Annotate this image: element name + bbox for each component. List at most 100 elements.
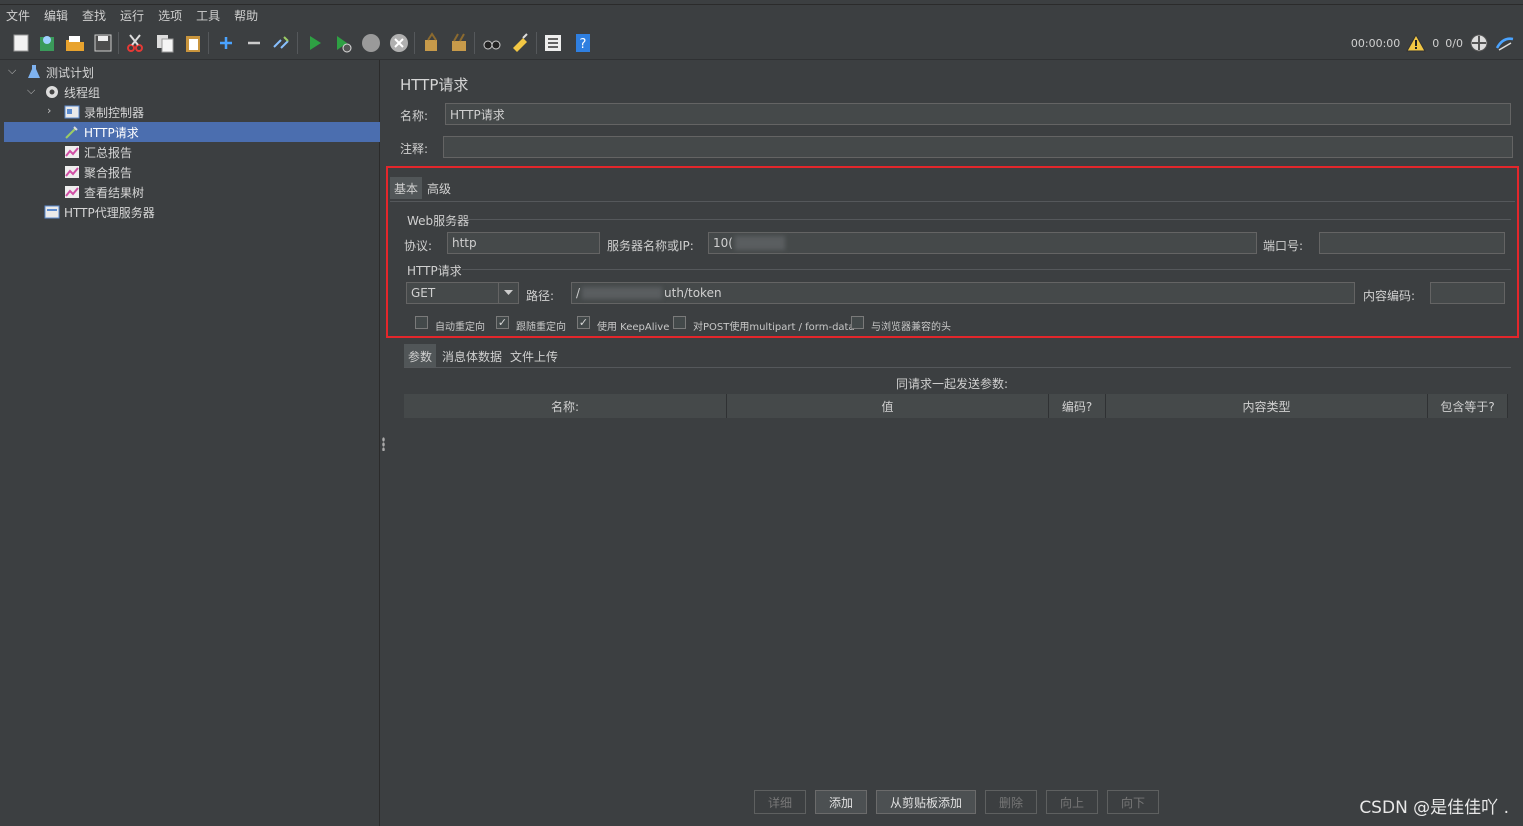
- menu-search[interactable]: 查找: [82, 7, 106, 24]
- menu-run[interactable]: 运行: [120, 7, 144, 24]
- tree-item-http-proxy-server[interactable]: HTTP代理服务器: [44, 202, 155, 222]
- toggle-icon[interactable]: [270, 32, 292, 54]
- test-plan-tree: ⌵ 测试计划 ⌵ 线程组 › 录制控制器 HTTP请求 汇总报告 聚合报告 查看…: [0, 60, 380, 826]
- toolbar-separator: [414, 32, 415, 54]
- tree-item-view-results-tree[interactable]: 查看结果树: [64, 182, 144, 202]
- server-input[interactable]: 10(: [708, 232, 1257, 254]
- tree-item-aggregate-report[interactable]: 聚合报告: [64, 162, 132, 182]
- start-icon[interactable]: [304, 32, 326, 54]
- chevron-right-icon[interactable]: ›: [47, 104, 51, 117]
- method-select[interactable]: GET: [406, 282, 519, 304]
- paste-icon[interactable]: [182, 32, 204, 54]
- path-input[interactable]: / uth/token: [571, 282, 1355, 304]
- menu-help[interactable]: 帮助: [234, 7, 258, 24]
- port-label: 端口号:: [1263, 239, 1304, 253]
- server-value: 10(: [713, 236, 733, 250]
- column-header-include-equals[interactable]: 包含等于?: [1428, 394, 1508, 418]
- tab-advanced[interactable]: 高级: [423, 177, 455, 199]
- stop-icon[interactable]: [360, 32, 382, 54]
- redacted-region: [582, 287, 663, 299]
- redacted-region: [734, 236, 785, 250]
- watermark: CSDN @是佳佳吖 .: [1359, 798, 1509, 818]
- column-header-encode[interactable]: 编码?: [1049, 394, 1106, 418]
- divider: [464, 219, 1511, 220]
- path-suffix: uth/token: [664, 286, 722, 300]
- new-icon[interactable]: [10, 32, 32, 54]
- log-icon[interactable]: [1495, 33, 1515, 53]
- search-icon[interactable]: [481, 32, 503, 54]
- tab-parameters[interactable]: 参数: [404, 344, 437, 368]
- collapse-icon[interactable]: [243, 32, 265, 54]
- name-input[interactable]: HTTP请求: [445, 103, 1511, 125]
- chart-icon: [65, 146, 79, 158]
- web-server-group-title: Web服务器: [407, 214, 470, 228]
- comment-input[interactable]: [443, 136, 1513, 158]
- clear-icon[interactable]: [420, 32, 442, 54]
- expand-icon[interactable]: [215, 32, 237, 54]
- copy-icon[interactable]: [154, 32, 176, 54]
- tree-item-test-plan[interactable]: 测试计划: [26, 62, 94, 82]
- remote-icon[interactable]: [1469, 33, 1489, 53]
- tab-basic[interactable]: 基本: [390, 177, 423, 199]
- follow-redirects-checkbox[interactable]: ✓: [496, 316, 509, 329]
- chevron-down-icon[interactable]: ⌵: [27, 84, 35, 98]
- tree-item-label: HTTP请求: [84, 125, 139, 140]
- checkbox-label: 使用 KeepAlive: [597, 322, 670, 333]
- encoding-label: 内容编码:: [1363, 289, 1416, 303]
- tree-item-summary-report[interactable]: 汇总报告: [64, 142, 132, 162]
- shutdown-icon[interactable]: [388, 32, 410, 54]
- port-input[interactable]: [1319, 232, 1505, 254]
- start-no-pause-icon[interactable]: [332, 32, 354, 54]
- menu-tools[interactable]: 工具: [196, 7, 220, 24]
- delete-button[interactable]: 删除: [985, 790, 1037, 814]
- chevron-down-icon[interactable]: ⌵: [8, 64, 16, 78]
- column-header-value[interactable]: 值: [727, 394, 1049, 418]
- column-header-name[interactable]: 名称:: [404, 394, 727, 418]
- help-icon[interactable]: ?: [572, 32, 594, 54]
- keepalive-checkbox[interactable]: ✓: [577, 316, 590, 329]
- encoding-input[interactable]: [1430, 282, 1505, 304]
- protocol-input[interactable]: http: [447, 232, 600, 254]
- tree-item-label: 线程组: [64, 85, 101, 100]
- clear-all-icon[interactable]: [448, 32, 470, 54]
- move-down-button[interactable]: 向下: [1107, 790, 1159, 814]
- menu-bar: 文件 编辑 查找 运行 选项 工具 帮助: [0, 4, 1523, 26]
- cut-icon[interactable]: [124, 32, 146, 54]
- detail-button[interactable]: 详细: [754, 790, 806, 814]
- tree-item-thread-group[interactable]: 线程组: [44, 82, 100, 102]
- open-icon[interactable]: [64, 32, 86, 54]
- status-area: 00:00:00 0 0/0: [1351, 32, 1515, 54]
- move-up-button[interactable]: 向上: [1046, 790, 1098, 814]
- save-icon[interactable]: [92, 32, 114, 54]
- tree-item-label: 测试计划: [46, 65, 95, 80]
- toolbar-separator: [118, 32, 119, 54]
- flask-icon: [28, 65, 40, 78]
- browser-headers-checkbox[interactable]: [851, 316, 864, 329]
- comment-label: 注释:: [400, 142, 429, 156]
- tree-item-recording-controller[interactable]: 录制控制器: [64, 102, 144, 122]
- page-title: HTTP请求: [400, 76, 469, 94]
- drag-handle-icon: [382, 437, 385, 451]
- tree-item-http-request[interactable]: HTTP请求: [4, 122, 380, 142]
- gear-icon: [46, 86, 58, 98]
- chart-icon: [65, 166, 79, 178]
- menu-edit[interactable]: 编辑: [44, 7, 68, 24]
- warning-icon[interactable]: [1406, 34, 1427, 52]
- auto-redirect-checkbox[interactable]: [415, 316, 428, 329]
- templates-icon[interactable]: [36, 32, 58, 54]
- multipart-checkbox[interactable]: [673, 316, 686, 329]
- column-header-content-type[interactable]: 内容类型: [1106, 394, 1428, 418]
- menu-options[interactable]: 选项: [158, 7, 182, 24]
- reset-search-icon[interactable]: [509, 32, 531, 54]
- tree-item-label: 录制控制器: [84, 105, 145, 120]
- tab-file-upload[interactable]: 文件上传: [506, 344, 562, 368]
- thread-count: 0/0: [1445, 36, 1463, 50]
- menu-file[interactable]: 文件: [6, 7, 30, 24]
- function-helper-icon[interactable]: [542, 32, 564, 54]
- add-button[interactable]: 添加: [815, 790, 867, 814]
- chevron-down-icon[interactable]: [498, 283, 518, 303]
- divider: [404, 367, 1511, 368]
- tab-body-data[interactable]: 消息体数据: [438, 344, 506, 368]
- checkbox-label: 对POST使用multipart / form-data: [693, 322, 855, 333]
- add-from-clipboard-button[interactable]: 从剪贴板添加: [876, 790, 976, 814]
